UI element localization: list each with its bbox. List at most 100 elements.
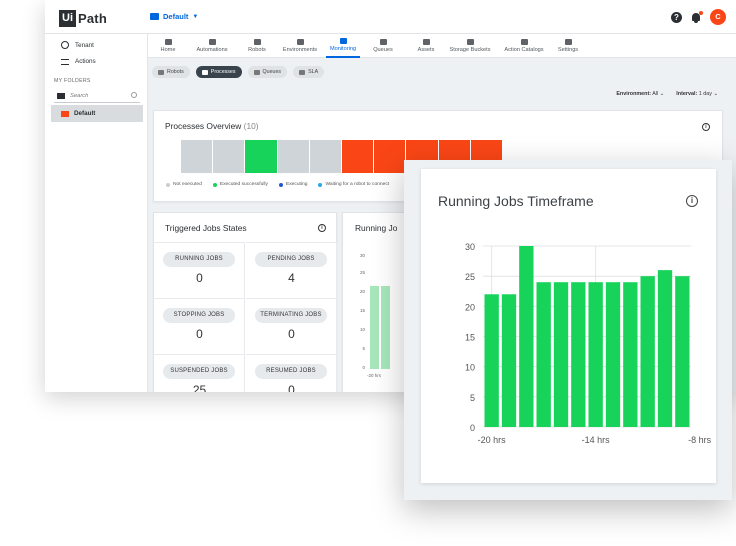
job-state-value: 25: [192, 383, 207, 392]
help-icon[interactable]: ?: [671, 11, 682, 23]
tab-home[interactable]: Home: [156, 34, 180, 58]
subtab-queues[interactable]: Queues: [247, 66, 288, 78]
add-folder-icon[interactable]: [57, 92, 65, 99]
x-tick-label: -8 hrs: [688, 435, 712, 445]
bar: [640, 276, 655, 427]
tab-robots[interactable]: Robots: [243, 34, 271, 58]
tab-assets[interactable]: Assets: [414, 34, 438, 58]
legend-label: Not executed: [173, 182, 202, 187]
legend-item: Executed successfully: [212, 182, 268, 187]
job-state-terminating: TERMINATING JOBS 0: [246, 298, 337, 354]
folder-icon: [150, 13, 159, 20]
running-jobs-title-bg: Running Jo: [355, 223, 398, 233]
mini-y-tick: 25: [360, 270, 366, 275]
info-icon[interactable]: i: [318, 224, 326, 232]
process-segment[interactable]: [245, 140, 278, 173]
triggered-jobs-card: Triggered Jobs States i RUNNING JOBS 0 PE…: [153, 212, 337, 392]
uipath-logo[interactable]: Ui Path: [59, 9, 107, 27]
gear-icon: [564, 39, 572, 45]
subtab-processes[interactable]: Processes: [195, 66, 242, 78]
legend-dot: [166, 182, 170, 187]
mini-y-tick: 0: [362, 365, 365, 370]
bar: [519, 246, 534, 427]
tab-action-catalogs[interactable]: Action Catalogs: [501, 34, 547, 58]
filters-bar: Environment: All ⌄ Interval: 1 day ⌄: [616, 91, 718, 97]
process-segment[interactable]: [213, 140, 246, 173]
process-segment[interactable]: [342, 140, 375, 173]
tab-label: Storage Buckets: [449, 47, 491, 53]
card-title: Processes Overview (10): [165, 121, 259, 131]
tab-label: Settings: [557, 47, 579, 53]
process-segment[interactable]: [374, 140, 407, 173]
subtab-label: Robots: [167, 69, 184, 75]
tab-monitoring[interactable]: Monitoring: [326, 34, 360, 58]
processes-overview-title: Processes Overview: [165, 121, 242, 131]
environment-value: All: [652, 91, 659, 97]
bar: [588, 282, 603, 427]
running-jobs-timeframe-card: Running Jobs Timeframe i 0 5 10 15 20 25 30 -20…: [421, 169, 716, 483]
process-count: (10): [243, 121, 259, 131]
folder-icon: [61, 110, 69, 117]
sidebar-item-actions[interactable]: Actions: [61, 58, 96, 65]
process-segment[interactable]: [277, 140, 310, 173]
job-state-suspended: SUSPENDED JOBS 25: [154, 354, 245, 392]
tab-label: Automations: [196, 47, 228, 53]
triggered-jobs-title: Triggered Jobs States: [165, 223, 247, 233]
legend-item: Waiting for a robot to connect: [318, 182, 389, 187]
folder-selector[interactable]: Default ▼: [150, 12, 198, 21]
bar: [571, 282, 586, 427]
running-jobs-chart: 051015202530-20 hrs-14 hrs-8 hrs-2 hrs: [465, 242, 712, 445]
mini-bar: [370, 286, 379, 369]
logo-path-text: Path: [78, 10, 107, 26]
bar: [605, 282, 621, 427]
catalog-icon: [520, 39, 528, 45]
legend-item: Executing: [278, 182, 308, 187]
job-state-value: 0: [196, 327, 203, 341]
job-state-stopping: STOPPING JOBS 0: [154, 298, 245, 354]
tab-label: Environments: [282, 47, 318, 53]
avatar[interactable]: C: [710, 9, 726, 25]
job-state-label[interactable]: RUNNING JOBS: [163, 252, 235, 267]
process-segment[interactable]: [309, 140, 342, 173]
subtab-robots[interactable]: Robots: [152, 66, 190, 78]
job-state-label[interactable]: STOPPING JOBS: [163, 308, 235, 323]
tab-storage-buckets[interactable]: Storage Buckets: [445, 34, 495, 58]
environment-filter[interactable]: Environment: All ⌄: [616, 91, 664, 97]
sidebar-item-tenant[interactable]: Tenant: [61, 41, 94, 49]
interval-label: Interval:: [676, 91, 698, 97]
tab-automations[interactable]: Automations: [192, 34, 232, 58]
home-icon: [164, 39, 172, 45]
bar: [553, 282, 569, 427]
folder-search-input[interactable]: Search: [54, 89, 140, 103]
tab-label: Monitoring: [329, 46, 357, 52]
job-state-label[interactable]: PENDING JOBS: [255, 252, 327, 267]
globe-icon: [61, 41, 69, 49]
legend-label: Executing: [285, 182, 308, 187]
bell-icon[interactable]: [691, 10, 703, 23]
job-state-label[interactable]: RESUMED JOBS: [255, 364, 327, 379]
job-state-label[interactable]: SUSPENDED JOBS: [163, 364, 235, 379]
tab-queues[interactable]: Queues: [370, 34, 396, 58]
info-icon[interactable]: i: [702, 123, 710, 131]
tab-settings[interactable]: Settings: [555, 34, 581, 58]
job-state-label[interactable]: TERMINATING JOBS: [255, 308, 327, 323]
search-placeholder: Search: [70, 92, 89, 99]
subtab-sla[interactable]: SLA: [293, 66, 325, 78]
y-tick-label: 30: [465, 242, 475, 252]
folder-selector-label: Default: [163, 12, 189, 21]
search-icon[interactable]: [131, 92, 137, 98]
subtab-label: Processes: [210, 69, 236, 75]
interval-filter[interactable]: Interval: 1 day ⌄: [676, 91, 718, 97]
mini-y-tick: 5: [362, 346, 365, 351]
job-state-running: RUNNING JOBS 0: [154, 242, 245, 298]
x-tick-label: -20 hrs: [478, 435, 507, 445]
tab-environments[interactable]: Environments: [278, 34, 322, 58]
sidebar: Tenant Actions MY FOLDERS Search Default: [45, 34, 148, 392]
sidebar-folder-default[interactable]: Default: [51, 105, 143, 122]
subtab-label: Queues: [262, 69, 282, 75]
process-legend: Not executed Executed successfully Execu…: [166, 182, 389, 187]
sla-icon: [299, 69, 306, 75]
process-segment[interactable]: [181, 140, 214, 173]
sidebar-item-label: Actions: [75, 58, 96, 65]
zoom-popout: Running Jobs Timeframe i 0 5 10 15 20 25 30 -20…: [404, 160, 732, 500]
